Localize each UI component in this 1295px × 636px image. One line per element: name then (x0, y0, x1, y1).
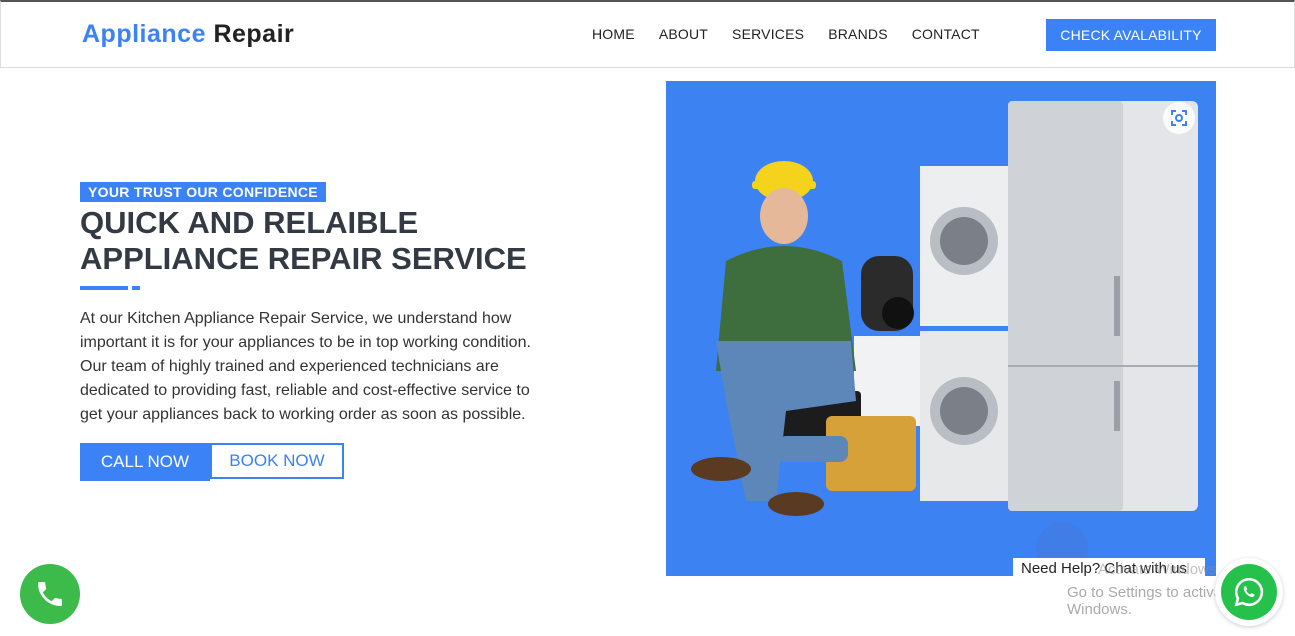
logo-part1: Appliance (82, 20, 206, 48)
phone-call-button[interactable] (20, 564, 80, 624)
title-underline-dot (132, 286, 140, 290)
check-availability-button[interactable]: CHECK AVALABILITY (1046, 19, 1216, 51)
hero-title: QUICK AND RELAIBLE APPLIANCE REPAIR SERV… (80, 205, 560, 277)
whatsapp-circle (1221, 564, 1277, 620)
book-now-button[interactable]: BOOK NOW (210, 443, 344, 479)
hero-title-line1: QUICK AND RELAIBLE (80, 205, 419, 240)
whatsapp-icon (1234, 577, 1264, 607)
hero-badge: YOUR TRUST OUR CONFIDENCE (80, 182, 326, 202)
hero-image (666, 81, 1216, 576)
title-underline (80, 286, 128, 290)
nav-about[interactable]: ABOUT (659, 26, 708, 42)
hero-buttons: CALL NOW BOOK NOW (80, 443, 344, 481)
logo-part2: Repair (213, 20, 295, 48)
scan-icon[interactable] (1163, 102, 1195, 134)
main-nav: HOME ABOUT SERVICES BRANDS CONTACT (592, 26, 1004, 42)
phone-icon (38, 582, 62, 606)
nav-brands[interactable]: BRANDS (828, 26, 888, 42)
nav-home[interactable]: HOME (592, 26, 635, 42)
site-logo[interactable]: Appliance Repair (82, 20, 294, 49)
nav-services[interactable]: SERVICES (732, 26, 804, 42)
site-header: Appliance Repair HOME ABOUT SERVICES BRA… (0, 0, 1295, 68)
hero-title-line2: APPLIANCE REPAIR SERVICE (80, 241, 527, 276)
hero-illustration (691, 101, 1198, 516)
nav-contact[interactable]: CONTACT (912, 26, 980, 42)
whatsapp-button[interactable] (1215, 558, 1283, 626)
scan-glyph (1171, 110, 1187, 126)
hero-description: At our Kitchen Appliance Repair Service,… (80, 310, 531, 423)
activate-windows-title: Activate Windows (1098, 561, 1217, 578)
call-now-button[interactable]: CALL NOW (80, 443, 210, 481)
